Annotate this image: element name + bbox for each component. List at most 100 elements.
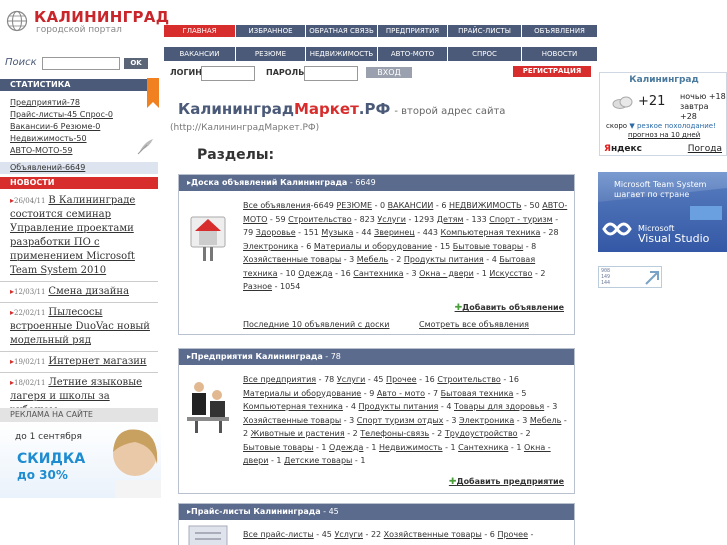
category-link[interactable]: Электроника [459, 416, 514, 425]
category-link[interactable]: Все прайс-листы [243, 530, 314, 539]
nav-favorites[interactable]: ИЗБРАННОЕ [236, 25, 306, 37]
category-link[interactable]: Материалы и оборудование [314, 242, 432, 251]
nav-real-estate[interactable]: НЕДВИЖИМОСТЬ [306, 47, 378, 61]
category-link[interactable]: Сантехника [458, 443, 508, 452]
category-link[interactable]: Окна - двери [419, 269, 474, 278]
category-link[interactable]: РЕЗЮМЕ [336, 201, 372, 210]
add-ad-link[interactable]: Добавить объявление [455, 303, 564, 313]
search-input[interactable] [42, 57, 120, 70]
nav-resume[interactable]: РЕЗЮМЕ [236, 47, 306, 61]
password-input[interactable] [304, 66, 358, 81]
category-count: - 823 [351, 214, 378, 224]
category-link[interactable]: Авто - мото [377, 389, 425, 398]
category-link[interactable]: Мебель [530, 416, 562, 425]
nav-auto-moto[interactable]: АВТО-МОТО [378, 47, 448, 61]
search-button[interactable]: OK [124, 58, 148, 69]
yandex-logo[interactable]: Яндекс [604, 144, 642, 154]
category-link[interactable]: НЕДВИЖИМОСТЬ [449, 201, 522, 210]
category-link[interactable]: Здоровье [256, 228, 296, 237]
category-link[interactable]: Хозяйственные товары [243, 416, 341, 425]
last-10-ads-link[interactable]: Последние 10 объявлений с доски [243, 320, 390, 329]
ms-team-system-banner[interactable]: Microsoft Team System шагает по стране Mi… [598, 172, 727, 252]
category-link[interactable]: Трудоустройство [445, 429, 518, 438]
weather-widget[interactable]: Калининград +21 ночью +18 завтра +28 скор… [599, 72, 727, 156]
category-link[interactable]: Компьютерная техника [441, 228, 541, 237]
stats-ads-total[interactable]: Объявлений-6649 [0, 162, 158, 174]
nav-price-lists[interactable]: ПРАЙС-ЛИСТЫ [448, 25, 522, 37]
news-item[interactable]: 26/04/11 В Калининграде состоится семина… [0, 191, 158, 282]
category-link[interactable]: Материалы и оборудование [243, 389, 361, 398]
category-link[interactable]: Все объявления [243, 201, 311, 210]
login-bar: ЛОГИН ПАРОЛЬ ВХОД РЕГИСТРАЦИЯ [170, 66, 600, 82]
category-link[interactable]: Услуги [337, 375, 366, 384]
visit-counter[interactable]: 908 149 144 [598, 266, 662, 288]
category-link[interactable]: Прочее [386, 375, 417, 384]
category-link[interactable]: Строительство [437, 375, 501, 384]
category-link[interactable]: ВАКАНСИИ [388, 201, 434, 210]
category-link[interactable]: Разное [243, 282, 272, 291]
category-link[interactable]: Все предприятия [243, 375, 316, 384]
register-button[interactable]: РЕГИСТРАЦИЯ [513, 66, 591, 77]
stats-row[interactable]: Прайс-листы-45 Спрос-0 [10, 109, 150, 121]
category-link[interactable]: Строительство [288, 215, 352, 224]
category-link[interactable]: Искусство [489, 269, 532, 278]
category-link[interactable]: Услуги [377, 215, 406, 224]
login-input[interactable] [201, 66, 255, 81]
nav-home[interactable]: ГЛАВНАЯ [164, 25, 236, 37]
weather-city: Калининград [629, 75, 699, 85]
all-ads-link[interactable]: Смотреть все объявления [419, 320, 529, 329]
category-link[interactable]: Услуги [334, 530, 363, 539]
counter-arrow-icon [645, 271, 659, 285]
nav-feedback[interactable]: ОБРАТНАЯ СВЯЗЬ [306, 25, 378, 37]
price-lists-header[interactable]: Прайс-листы Калининграда - 45 [179, 504, 574, 520]
category-link[interactable]: Спорт туризм отдых [357, 416, 444, 425]
logo-subtitle: городской портал [36, 25, 122, 35]
stats-row[interactable]: Недвижимость-50 [10, 133, 150, 145]
nav-vacancies[interactable]: ВАКАНСИИ [164, 47, 236, 61]
stats-row[interactable]: Предприятий-78 [10, 97, 150, 109]
category-link[interactable]: Одежда [329, 443, 363, 452]
category-link[interactable]: Детские товары [284, 456, 352, 465]
category-link[interactable]: Животные и растения [251, 429, 345, 438]
news-item[interactable]: 12/03/11 Смена дизайна [0, 282, 158, 303]
category-link[interactable]: Компьютерная техника [243, 402, 343, 411]
site-logo[interactable]: КАЛИНИНГРАД городской портал [6, 8, 169, 38]
category-link[interactable]: Электроника [243, 242, 298, 251]
nav-companies[interactable]: ПРЕДПРИЯТИЯ [378, 25, 448, 37]
category-link[interactable]: Прочее [497, 530, 528, 539]
category-link[interactable]: Телефоны-связь [360, 429, 429, 438]
nav-ads[interactable]: ОБЪЯВЛЕНИЯ [522, 25, 598, 37]
forecast-link[interactable]: прогноз на 10 дней [628, 131, 700, 139]
add-company-link[interactable]: Добавить предприятие [449, 477, 564, 487]
login-button[interactable]: ВХОД [366, 67, 412, 78]
category-link[interactable]: Детям [437, 215, 464, 224]
category-link[interactable]: Хозяйственные товары [243, 255, 341, 264]
category-link[interactable]: Бытовая техника [441, 389, 514, 398]
category-link[interactable]: Зверинец [374, 228, 415, 237]
category-link[interactable]: Хозяйственные товары [384, 530, 482, 539]
news-heading: НОВОСТИ [0, 177, 158, 189]
category-link[interactable]: Бытовые товары [453, 242, 523, 251]
category-link[interactable]: Товары для здоровья [454, 402, 544, 411]
category-link[interactable]: Мебель [357, 255, 389, 264]
category-link[interactable]: Одежда [298, 269, 332, 278]
category-count: - 2 [429, 429, 445, 438]
category-link[interactable]: Сантехника [353, 269, 403, 278]
news-item[interactable]: 22/02/11 Пылесосы встроенные DuoVac новы… [0, 303, 158, 352]
category-link[interactable]: Спорт - туризм [489, 215, 552, 224]
category-link[interactable]: Продукты питания [404, 255, 484, 264]
category-link[interactable]: Продукты питания [359, 402, 439, 411]
category-link[interactable]: Музыка [321, 228, 353, 237]
stats-row[interactable]: АВТО-МОТО-59 [10, 145, 150, 157]
ads-board-header[interactable]: Доска объявлений Калининграда - 6649 [179, 175, 574, 191]
category-link[interactable]: Бытовые товары [243, 443, 313, 452]
pogoda-link[interactable]: Погода [688, 144, 722, 154]
nav-news[interactable]: НОВОСТИ [522, 47, 598, 61]
companies-header[interactable]: Предприятия Калининграда - 78 [179, 349, 574, 365]
promo-banner[interactable]: до 1 сентября СКИДКА до 30% [0, 422, 161, 498]
stats-row[interactable]: Вакансии-6 Резюме-0 [10, 121, 150, 133]
news-item[interactable]: 19/02/11 Интернет магазин [0, 352, 158, 373]
nav-demand[interactable]: СПРОС [448, 47, 522, 61]
category-link[interactable]: Недвижимость [379, 443, 443, 452]
category-count: - 3 [403, 268, 420, 278]
